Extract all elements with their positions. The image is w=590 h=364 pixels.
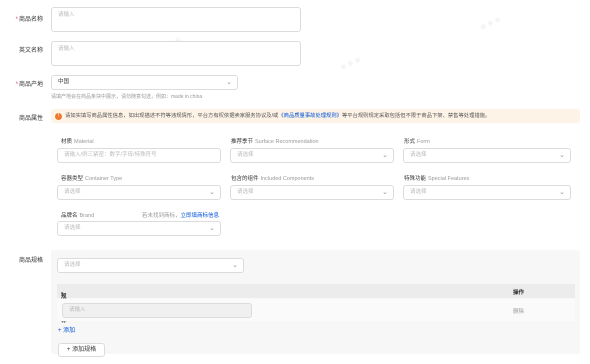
- delete-link[interactable]: 删除: [513, 307, 524, 315]
- brand-select[interactable]: 请选择 ⌄: [57, 221, 221, 236]
- action-header: 操作: [513, 290, 525, 296]
- container-type-label: 容器类型 Container Type: [61, 176, 123, 182]
- specs-select-placeholder: 请选择: [64, 262, 81, 268]
- add-spec-value-link[interactable]: + 添加: [58, 325, 75, 334]
- attributes-label: 商品属性: [18, 116, 43, 122]
- chevron-down-icon: ⌄: [559, 152, 565, 159]
- english-name-field[interactable]: 请输入: [51, 41, 301, 66]
- origin-label: *商品产地: [15, 82, 43, 88]
- chevron-down-icon: ⌄: [232, 262, 238, 269]
- chevron-down-icon: ⌄: [209, 225, 215, 232]
- required-mark: *: [15, 82, 18, 88]
- chevron-down-icon: ⌄: [226, 79, 232, 86]
- brand-placeholder: 请选择: [64, 225, 81, 231]
- origin-select[interactable]: 中国 ⌄: [51, 75, 238, 90]
- product-name-field[interactable]: 请输入: [51, 7, 301, 32]
- product-name-label: *商品名称: [15, 17, 43, 23]
- season-placeholder: 请选择: [237, 152, 254, 158]
- required-mark: *: [15, 17, 18, 23]
- specs-template-select[interactable]: 请选择 ⌄: [57, 258, 244, 273]
- chevron-down-icon: ⌄: [209, 189, 215, 196]
- chevron-down-icon: ⌄: [382, 189, 388, 196]
- origin-hint: 请填产地会在商品条块中展示，请勿随意勾选，例如：made in china: [51, 94, 203, 100]
- form-select[interactable]: 请选择 ⌄: [403, 148, 571, 163]
- specs-table-header: *规格名称 操作: [57, 284, 575, 324]
- brand-hint: 若未找到商标，立即填商标信息: [142, 213, 220, 219]
- warning-icon: !: [55, 112, 62, 120]
- form-label: 形式 Form: [404, 139, 430, 145]
- watermark: ✻ ✻ ✻: [479, 16, 503, 33]
- quality-rules-link[interactable]: 《商品质量事故处理规则》: [278, 113, 342, 119]
- season-label: 推荐季节 Surface Recommendation: [231, 139, 319, 145]
- special-features-label: 特殊功能 Special Features: [404, 176, 470, 182]
- attributes-alert: ! 请如实填写商品属性信息，如出现描述不符等违规情形，平台方有权依据卖家服务协议…: [51, 109, 580, 123]
- container-type-select[interactable]: 请选择 ⌄: [57, 185, 221, 200]
- season-select[interactable]: 请选择 ⌄: [230, 148, 394, 163]
- add-brand-link[interactable]: 立即填商标信息: [181, 213, 220, 219]
- material-input[interactable]: 请输入/例三紧密：数字/字母/特殊符号: [57, 148, 221, 163]
- specs-label: 商品规格: [18, 258, 43, 264]
- english-name-label: 英文名称: [18, 48, 43, 54]
- chevron-down-icon: ⌄: [559, 189, 565, 196]
- brand-label: 品牌名 Brand: [61, 213, 95, 219]
- components-select[interactable]: 请选择 ⌄: [230, 185, 394, 200]
- origin-value: 中国: [58, 79, 70, 85]
- table-row: 请输入 删除: [57, 299, 575, 321]
- alert-tail: 等平台规则规定采取包括但不限于商品下架、禁售等处理措施。: [341, 113, 491, 119]
- components-placeholder: 请选择: [237, 189, 254, 195]
- special-features-select[interactable]: 请选择 ⌄: [403, 185, 571, 200]
- add-spec-button[interactable]: + 添加规格: [58, 343, 105, 357]
- spec-name-input[interactable]: 请输入: [62, 303, 252, 318]
- components-label: 包含的组件 Included Components: [231, 176, 315, 182]
- material-label: 材质 Material: [61, 139, 94, 145]
- special-features-placeholder: 请选择: [410, 189, 427, 195]
- chevron-down-icon: ⌄: [382, 152, 388, 159]
- alert-text: 请如实填写商品属性信息，如出现描述不符等违规情形，平台方有权依据卖家服务协议及/…: [65, 113, 279, 119]
- container-type-placeholder: 请选择: [64, 189, 81, 195]
- form-placeholder: 请选择: [410, 152, 427, 158]
- watermark: ✻ ✻ ✻: [339, 56, 363, 73]
